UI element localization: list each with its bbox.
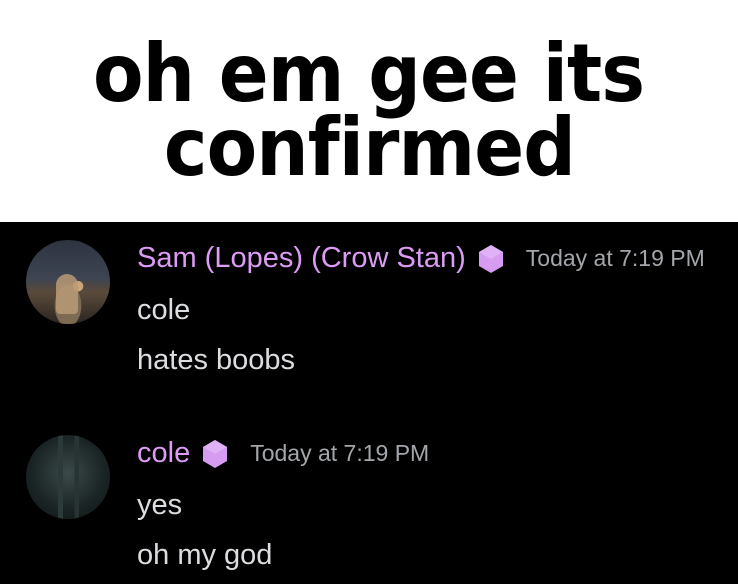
purple-gem-icon[interactable] xyxy=(202,439,228,469)
caption-line-1: oh em gee its xyxy=(93,27,645,120)
message-header: Sam (Lopes) (Crow Stan) Today at 7:19 PM xyxy=(137,242,705,275)
username[interactable]: Sam (Lopes) (Crow Stan) xyxy=(137,242,466,275)
message-text: hates boobs xyxy=(137,344,296,376)
message-header: cole Today at 7:19 PM xyxy=(137,437,429,470)
avatar[interactable] xyxy=(26,435,110,519)
timestamp[interactable]: Today at 7:19 PM xyxy=(526,245,705,272)
username[interactable]: cole xyxy=(137,437,190,470)
message-text: yes xyxy=(137,489,183,521)
purple-gem-icon[interactable] xyxy=(478,244,504,274)
avatar[interactable] xyxy=(26,240,110,324)
timestamp[interactable]: Today at 7:19 PM xyxy=(250,440,429,467)
chat-screenshot: Sam (Lopes) (Crow Stan) Today at 7:19 PM… xyxy=(0,222,738,584)
message-text: cole xyxy=(137,294,191,326)
meme-caption: oh em gee its confirmed xyxy=(0,0,738,222)
caption-line-2: confirmed xyxy=(163,101,575,194)
message-text: oh my god xyxy=(137,539,273,571)
